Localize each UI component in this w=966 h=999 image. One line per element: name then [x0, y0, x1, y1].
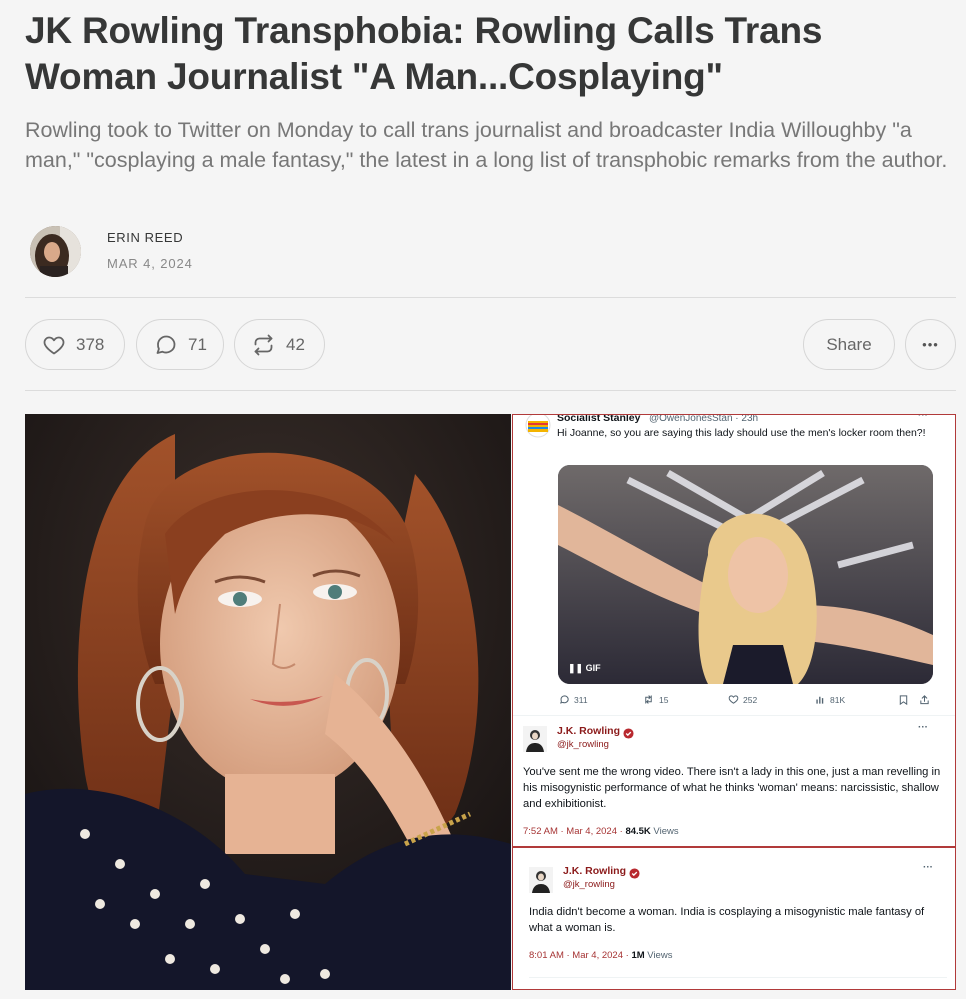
- heart-icon: [43, 336, 65, 354]
- restack-button[interactable]: 42: [234, 319, 325, 370]
- tweet1-views: 81K: [815, 694, 845, 705]
- share-button[interactable]: Share: [803, 319, 895, 370]
- more-icon: •••: [922, 337, 939, 352]
- tweet3-text: India didn't become a woman. India is co…: [529, 906, 925, 934]
- author-avatar[interactable]: [30, 225, 81, 277]
- tweet2-meta: 7:52 AM · Mar 4, 2024 · 84.5K Views: [523, 826, 679, 837]
- tweet-divider: [529, 977, 947, 978]
- like-count: 378: [76, 334, 105, 354]
- tweet2-avatar: [523, 726, 547, 757]
- verified-icon: [629, 866, 640, 884]
- share-icon: [919, 694, 930, 706]
- comment-button[interactable]: 71: [136, 319, 224, 370]
- tweet1-likes: 252: [728, 694, 757, 705]
- tweet2-text: You've sent me the wrong video. There is…: [523, 766, 941, 810]
- divider: [25, 297, 956, 298]
- tweet3-meta: 8:01 AM · Mar 4, 2024 · 1M Views: [529, 950, 673, 961]
- tweet-divider: [513, 715, 955, 716]
- tweet1-more-icon: ···: [918, 414, 928, 421]
- verified-icon: [623, 726, 634, 744]
- tweet-screenshot: Socialist Stanley @OwenJonesStan · 23h ·…: [512, 414, 956, 990]
- tweet1-gif: ❚❚ GIF: [558, 465, 933, 684]
- heart-icon: [728, 695, 739, 704]
- share-label: Share: [826, 334, 872, 354]
- publish-date: MAR 4, 2024: [107, 256, 193, 271]
- article-image[interactable]: Socialist Stanley @OwenJonesStan · 23h ·…: [25, 414, 956, 990]
- tweet1-text: Hi Joanne, so you are saying this lady s…: [557, 427, 926, 439]
- bookmark-icon: [898, 694, 909, 706]
- views-icon: [816, 696, 824, 704]
- tweet3-handle: @jk_rowling: [563, 879, 615, 890]
- tweet2-handle: @jk_rowling: [557, 739, 609, 750]
- tweet1-name: Socialist Stanley: [557, 414, 641, 424]
- gif-badge: GIF: [585, 663, 601, 673]
- tweet1-retweets: 15: [642, 694, 668, 705]
- tweet2-more-icon: ···: [918, 722, 928, 733]
- tweet3-more-icon: ···: [923, 862, 933, 873]
- article-title: JK Rowling Transphobia: Rowling Calls Tr…: [25, 10, 823, 97]
- tweet-avatar: [525, 415, 551, 444]
- tweet3-name: J.K. Rowling: [563, 865, 626, 877]
- embed-separator: [513, 846, 955, 848]
- more-button[interactable]: •••: [905, 319, 956, 370]
- article-subtitle: Rowling took to Twitter on Monday to cal…: [25, 118, 948, 172]
- portrait-photo: [25, 414, 511, 990]
- tweet2-name: J.K. Rowling: [557, 725, 620, 737]
- reply-icon: [560, 695, 569, 704]
- divider: [25, 390, 956, 391]
- like-button[interactable]: 378: [25, 319, 125, 370]
- author-name[interactable]: ERIN REED: [107, 229, 193, 247]
- comment-icon: [156, 335, 176, 354]
- restack-count: 42: [286, 334, 305, 354]
- comment-count: 71: [188, 334, 207, 354]
- restack-icon: [254, 334, 273, 355]
- tweet3-avatar: [529, 867, 553, 898]
- retweet-icon: [645, 695, 652, 704]
- tweet1-replies: 311: [559, 694, 588, 705]
- tweet1-handle: @OwenJonesStan · 23h: [649, 414, 759, 424]
- byline: ERIN REED MAR 4, 2024: [30, 225, 193, 277]
